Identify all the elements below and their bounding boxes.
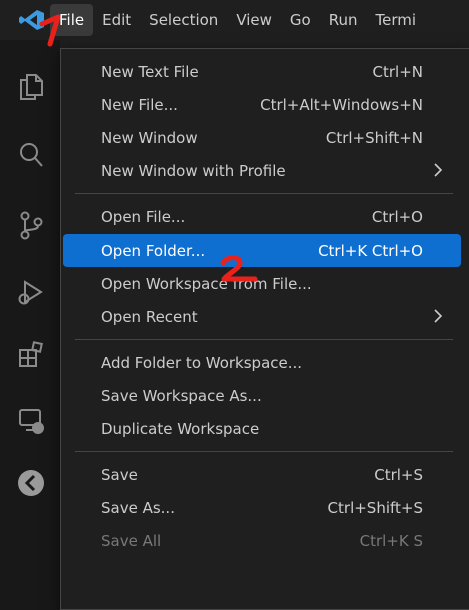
menubar-item-run[interactable]: Run [320, 4, 367, 36]
menu-item-label: New File... [101, 95, 178, 114]
menu-item-new-text-file[interactable]: New Text File Ctrl+N [63, 55, 461, 88]
menu-item-save-as[interactable]: Save As... Ctrl+Shift+S [63, 491, 461, 524]
menu-item-label: Open Recent [101, 307, 198, 326]
menu-item-shortcut: Ctrl+O [371, 207, 423, 226]
extensions-icon[interactable] [14, 338, 48, 372]
menu-item-label: Add Folder to Workspace... [101, 353, 303, 372]
menu-item-label: Save As... [101, 498, 175, 517]
menu-separator [75, 339, 453, 340]
menu-separator [75, 193, 453, 194]
menu-item-open-folder[interactable]: Open Folder... Ctrl+K Ctrl+O [63, 234, 461, 267]
menu-item-open-workspace-from-file[interactable]: Open Workspace from File... [63, 267, 461, 300]
menu-item-label: Save All [101, 531, 162, 550]
menu-item-label: New Window [101, 128, 198, 147]
menu-item-save[interactable]: Save Ctrl+S [63, 458, 461, 491]
source-control-icon[interactable] [14, 208, 48, 242]
menubar-item-edit[interactable]: Edit [93, 4, 140, 36]
remote-explorer-icon[interactable] [14, 404, 48, 438]
menu-item-shortcut: Ctrl+Shift+N [325, 128, 423, 147]
activity-bar [0, 40, 60, 610]
file-menu-dropdown: New Text File Ctrl+N New File... Ctrl+Alt+W… [60, 48, 469, 610]
menu-item-shortcut: Ctrl+N [372, 62, 423, 81]
annotation-step-2 [220, 255, 258, 282]
annotation-step-1 [39, 14, 61, 47]
menu-item-label: Duplicate Workspace [101, 419, 260, 438]
menu-item-shortcut: Ctrl+Shift+S [327, 498, 423, 517]
menubar-item-termi[interactable]: Termi [367, 4, 426, 36]
menubar-item-selection[interactable]: Selection [140, 4, 227, 36]
title-bar: File Edit Selection View Go Run Termi [0, 0, 469, 40]
menu-item-label: Open File... [101, 207, 186, 226]
menu-item-new-file[interactable]: New File... Ctrl+Alt+Windows+N [63, 88, 461, 121]
menu-item-new-window-with-profile[interactable]: New Window with Profile [63, 154, 461, 187]
menu-item-open-recent[interactable]: Open Recent [63, 300, 461, 333]
menu-item-open-file[interactable]: Open File... Ctrl+O [63, 200, 461, 233]
menu-item-label: Open Folder... [101, 241, 206, 260]
menu-item-shortcut: Ctrl+K Ctrl+O [318, 241, 423, 260]
menu-item-label: Save [101, 465, 138, 484]
menu-bar: File Edit Selection View Go Run Termi [50, 4, 425, 36]
menu-item-shortcut: Ctrl+K S [359, 531, 423, 550]
menu-item-new-window[interactable]: New Window Ctrl+Shift+N [63, 121, 461, 154]
accounts-icon[interactable] [14, 466, 48, 500]
menu-item-save-all[interactable]: Save All Ctrl+K S [63, 524, 461, 557]
menu-item-shortcut: Ctrl+Alt+Windows+N [260, 95, 423, 114]
menubar-item-go[interactable]: Go [281, 4, 320, 36]
menu-item-shortcut: Ctrl+S [374, 465, 423, 484]
menubar-item-view[interactable]: View [227, 4, 281, 36]
menu-item-duplicate-workspace[interactable]: Duplicate Workspace [63, 412, 461, 445]
menu-item-save-workspace-as[interactable]: Save Workspace As... [63, 379, 461, 412]
chevron-right-icon [434, 163, 443, 177]
run-debug-icon[interactable] [14, 276, 48, 310]
menu-separator [75, 451, 453, 452]
files-icon[interactable] [14, 70, 48, 104]
chevron-right-icon [434, 309, 443, 323]
menu-item-label: New Window with Profile [101, 161, 286, 180]
menu-item-add-folder-to-workspace[interactable]: Add Folder to Workspace... [63, 346, 461, 379]
search-icon[interactable] [14, 138, 48, 172]
menu-item-label: Open Workspace from File... [101, 274, 312, 293]
menu-item-label: Save Workspace As... [101, 386, 262, 405]
menu-item-label: New Text File [101, 62, 199, 81]
